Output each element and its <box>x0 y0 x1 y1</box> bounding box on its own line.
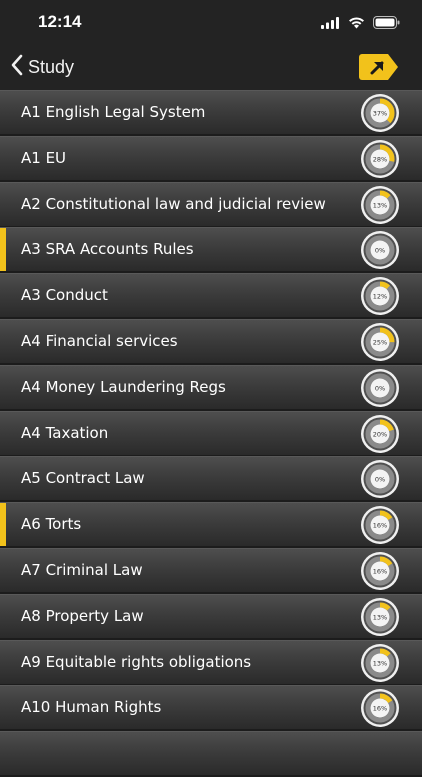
topic-label: A3 Conduct <box>21 286 108 305</box>
progress-value: 37% <box>373 110 387 118</box>
progress-value: 13% <box>373 659 387 667</box>
wifi-icon <box>348 14 365 33</box>
topic-label: A4 Taxation <box>21 423 109 442</box>
status-bar: 12:14 <box>0 0 422 44</box>
progress-ring: 28% <box>360 139 400 179</box>
topic-label: A4 Money Laundering Regs <box>21 377 226 396</box>
progress-ring: 13% <box>360 597 400 637</box>
nav-bar: Study <box>0 44 422 90</box>
progress-value: 0% <box>375 476 385 484</box>
progress-ring: 25% <box>360 322 400 362</box>
topic-row[interactable]: A6 Torts 16% <box>0 502 422 547</box>
topic-row[interactable]: A1 English Legal System 37% <box>0 90 422 134</box>
progress-ring: 20% <box>360 414 400 454</box>
progress-value: 16% <box>373 705 387 713</box>
progress-value: 16% <box>373 522 387 530</box>
back-button[interactable]: Study <box>10 52 74 82</box>
topic-row[interactable]: A8 Property Law 13% <box>0 593 422 638</box>
progress-value: 0% <box>375 247 385 255</box>
topic-row[interactable]: A4 Financial services 25% <box>0 318 422 363</box>
progress-ring: 13% <box>360 185 400 225</box>
topic-row[interactable]: A2 Constitutional law and judicial revie… <box>0 181 422 226</box>
topic-row[interactable] <box>0 731 422 776</box>
progress-value: 25% <box>373 339 387 347</box>
topic-row[interactable]: A3 SRA Accounts Rules 0% <box>0 227 422 272</box>
topic-label: A6 Torts <box>21 515 82 534</box>
progress-ring: 13% <box>360 643 400 683</box>
arrow-up-right-icon <box>358 54 400 85</box>
topic-label: A10 Human Rights <box>21 698 162 717</box>
tag-button[interactable] <box>358 53 400 81</box>
topic-label: A5 Contract Law <box>21 469 145 488</box>
progress-value: 0% <box>375 384 385 392</box>
progress-ring: 12% <box>360 276 400 316</box>
topic-label: A4 Financial services <box>21 331 178 350</box>
topic-row[interactable]: A10 Human Rights 16% <box>0 685 422 730</box>
progress-value: 28% <box>373 155 387 163</box>
back-label: Study <box>28 56 75 77</box>
topic-row[interactable]: A4 Money Laundering Regs 0% <box>0 364 422 409</box>
topic-label: A1 EU <box>21 148 67 167</box>
progress-value: 13% <box>373 201 387 209</box>
topic-label: A1 English Legal System <box>21 103 206 121</box>
progress-value: 12% <box>373 293 387 301</box>
topic-label: A2 Constitutional law and judicial revie… <box>21 194 326 213</box>
topic-row[interactable]: A7 Criminal Law 16% <box>0 547 422 592</box>
progress-ring: 0% <box>360 368 400 408</box>
topic-label: A7 Criminal Law <box>21 560 143 579</box>
chevron-left-icon <box>10 54 24 80</box>
progress-value: 13% <box>373 613 387 621</box>
progress-value: 20% <box>373 430 387 438</box>
topic-row[interactable]: A9 Equitable rights obligations 13% <box>0 639 422 684</box>
topic-row[interactable]: A5 Contract Law 0% <box>0 456 422 501</box>
signal-icon <box>321 14 340 33</box>
topic-row[interactable]: A3 Conduct 12% <box>0 273 422 318</box>
topic-row[interactable]: A1 EU 28% <box>0 135 422 180</box>
topic-list: A1 English Legal System 37% A1 EU 28% A2 Con… <box>0 90 422 777</box>
topic-label: A8 Property Law <box>21 606 144 625</box>
topic-label: A3 SRA Accounts Rules <box>21 240 194 259</box>
progress-ring: 16% <box>360 551 400 591</box>
progress-value: 16% <box>373 568 387 576</box>
battery-icon <box>373 14 400 33</box>
status-icons <box>321 14 400 33</box>
status-time: 12:14 <box>38 12 82 31</box>
progress-ring: 0% <box>360 230 400 270</box>
progress-ring: 16% <box>360 688 400 728</box>
progress-ring: 0% <box>360 459 400 499</box>
topic-row[interactable]: A4 Taxation 20% <box>0 410 422 455</box>
topic-label: A9 Equitable rights obligations <box>21 652 252 671</box>
progress-ring: 16% <box>360 505 400 545</box>
progress-ring: 37% <box>360 93 400 133</box>
